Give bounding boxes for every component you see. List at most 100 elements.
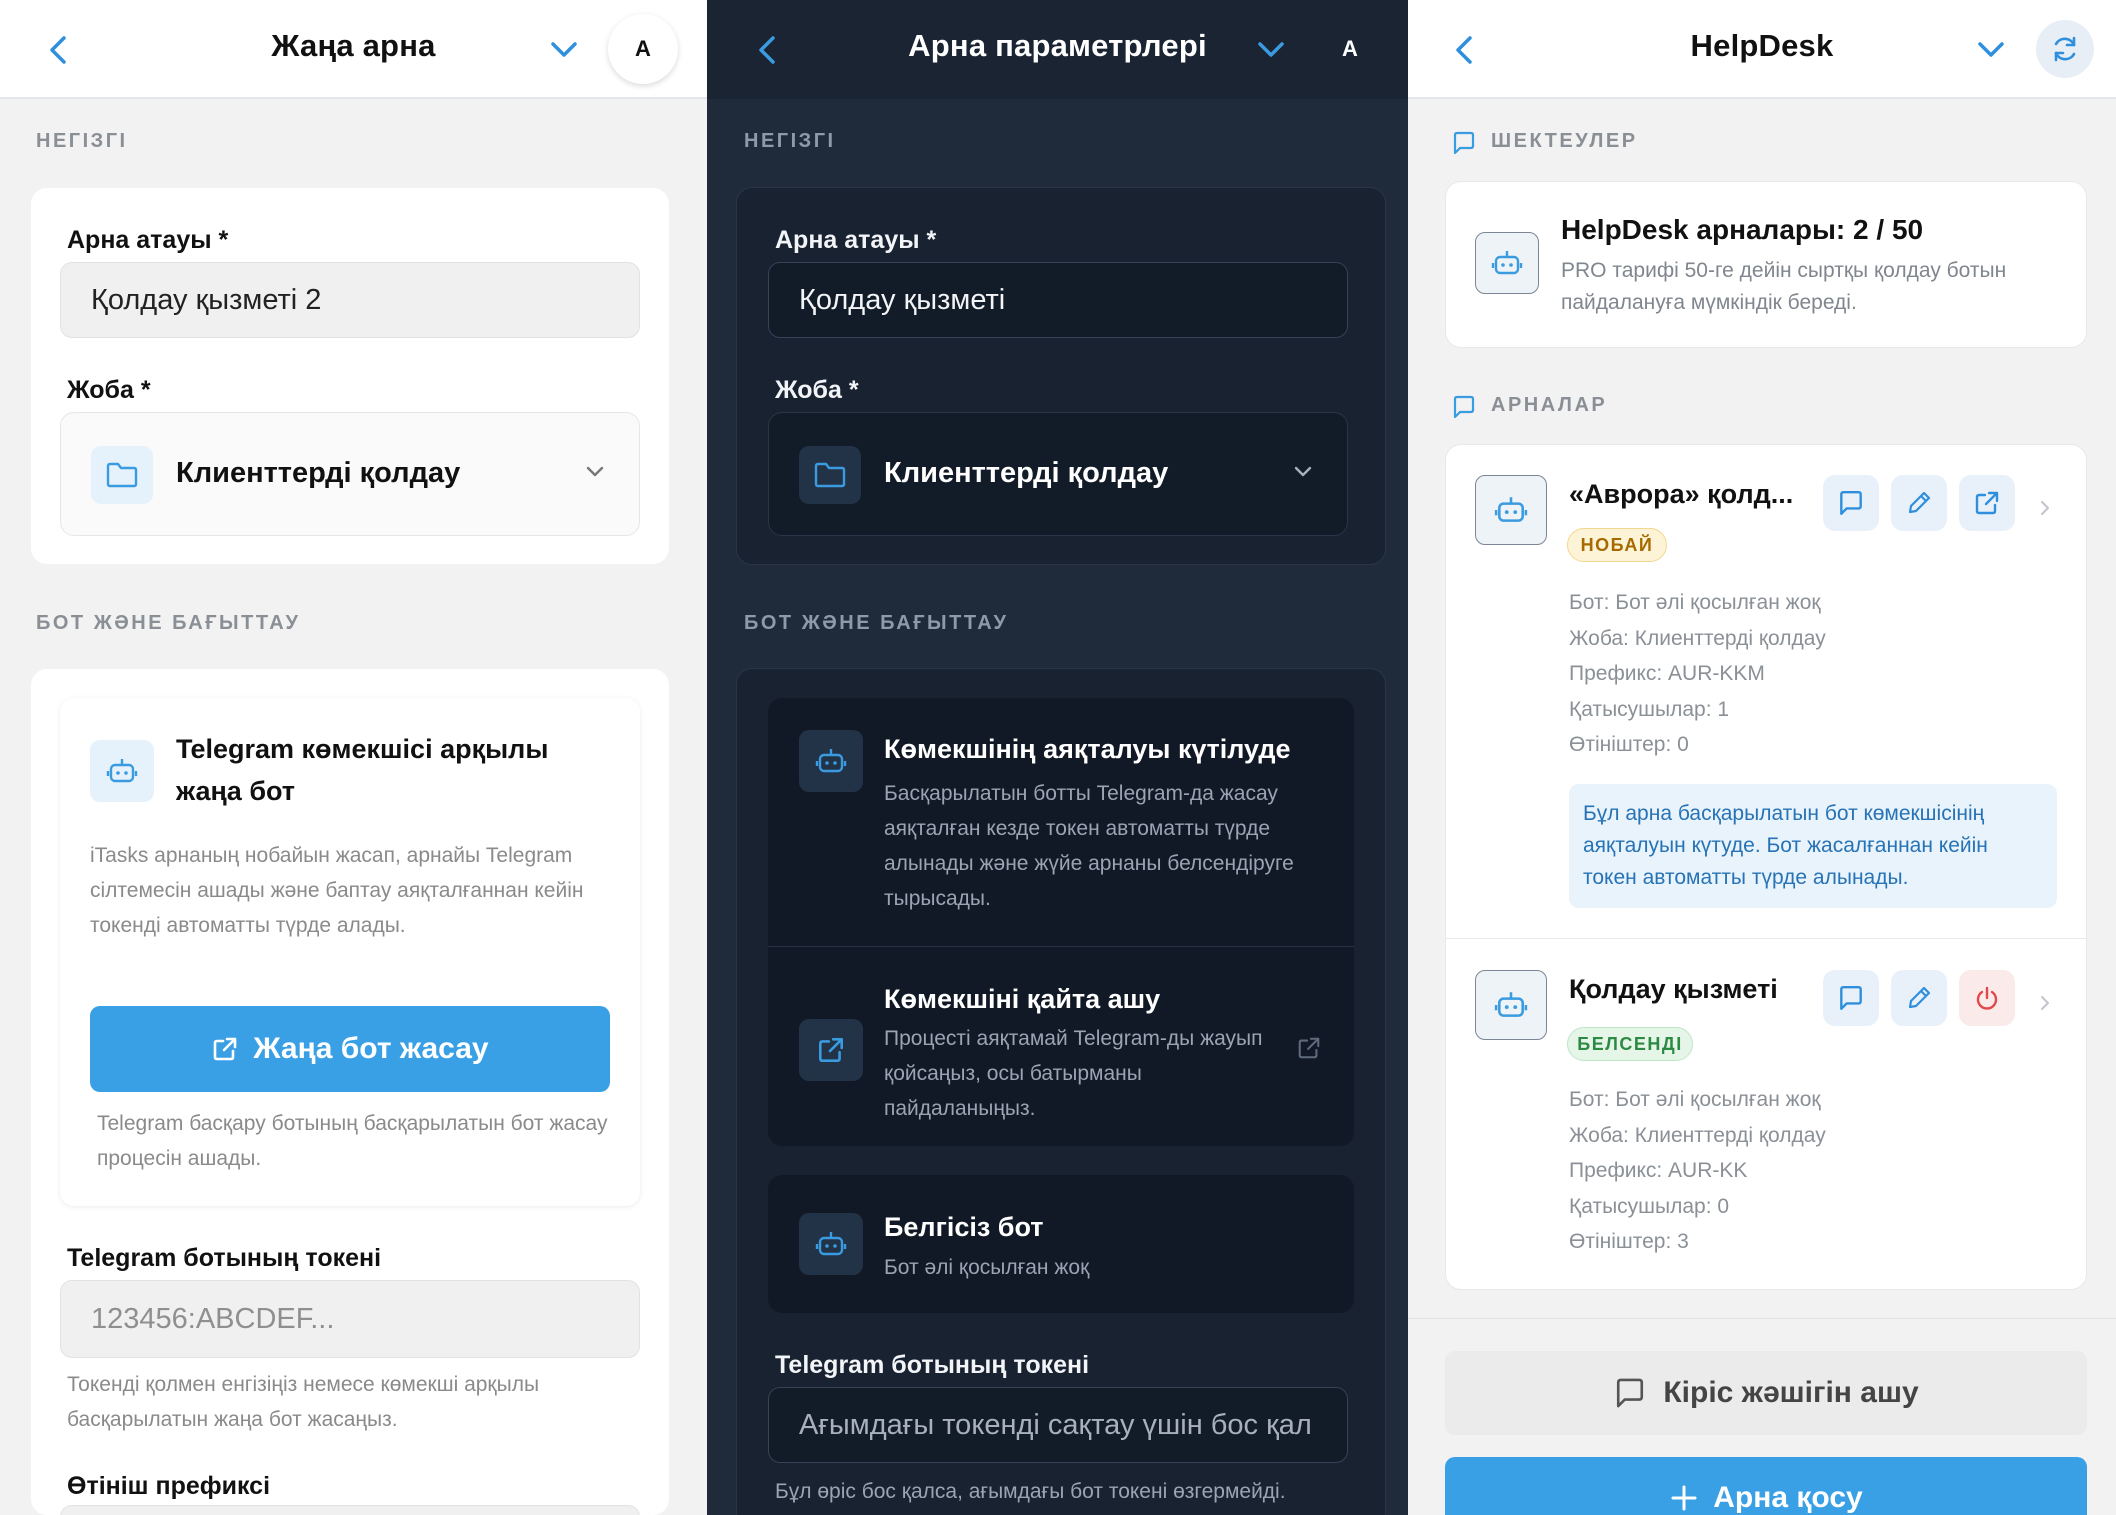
unknown-bot-description: Бот әлі қосылған жоқ <box>884 1256 1090 1279</box>
power-icon <box>1976 986 1998 1010</box>
avatar[interactable]: A <box>1315 14 1385 84</box>
new-channel-panel: Жаңа арна A НЕГІЗГІ Арна атауы * Қолдау … <box>0 0 707 1515</box>
chevron-down-icon <box>1291 463 1315 481</box>
status-badge: НОБАЙ <box>1567 528 1667 562</box>
project-select[interactable]: Клиенттерді қолдау <box>60 412 640 536</box>
channel-name: «Аврора» қолд... <box>1569 479 1794 509</box>
message-icon <box>1840 986 1862 1010</box>
header: Жаңа арна A <box>0 0 707 99</box>
plus-icon <box>1669 1483 1699 1513</box>
robot-icon <box>1475 232 1539 294</box>
external-link-icon <box>799 1019 863 1081</box>
section-basic: НЕГІЗГІ <box>36 130 128 152</box>
channel-name-label: Арна атауы * <box>67 226 229 254</box>
project-label: Жоба * <box>775 376 859 404</box>
token-label: Telegram ботының токені <box>67 1244 382 1272</box>
reopen-wizard-button[interactable]: Көмекшіні қайта ашу Процесті аяқтамай Te… <box>768 947 1354 1147</box>
open-wizard-button[interactable] <box>1959 475 2015 531</box>
project-select-value: Клиенттерді қолдау <box>884 457 1169 489</box>
channel-name-label: Арна атауы * <box>775 226 937 254</box>
chat-button[interactable] <box>1823 475 1879 531</box>
section-basic: НЕГІЗГІ <box>744 130 836 152</box>
message-icon <box>1840 491 1862 515</box>
chevron-right-icon[interactable] <box>2038 993 2052 1013</box>
channel-bot: Бот: Бот әлі қосылған жоқ <box>1569 1088 1821 1111</box>
add-channel-label: Арна қосу <box>1713 1481 1863 1514</box>
chevron-right-icon[interactable] <box>2038 498 2052 518</box>
header: HelpDesk <box>1408 0 2116 99</box>
waiting-description: Басқарылатын ботты Telegram-да жасау аяқ… <box>884 782 1294 910</box>
unknown-bot-title: Белгісіз бот <box>884 1212 1044 1242</box>
project-select[interactable]: Клиенттерді қолдау <box>768 412 1348 536</box>
token-note: Токенді қолмен енгізіңіз немесе көмекші … <box>67 1373 540 1431</box>
channel-members: Қатысушылар: 1 <box>1569 698 1730 721</box>
info-note: Бұл арна басқарылатын бот көмекшісінің а… <box>1569 784 2057 908</box>
channel-name-input[interactable]: Қолдау қызметі 2 <box>60 262 640 338</box>
chevron-down-icon[interactable] <box>546 34 582 64</box>
divider <box>1408 1318 2116 1319</box>
section-limits: ШЕКТЕУЛЕР <box>1491 130 1638 152</box>
external-link-icon <box>1975 491 1999 515</box>
page-title: Жаңа арна <box>271 28 436 63</box>
prefix-label: Өтініш префиксі <box>67 1472 271 1500</box>
channel-prefix: Префикс: AUR-KKM <box>1569 662 1765 685</box>
deactivate-button[interactable] <box>1959 970 2015 1026</box>
channel-prefix: Префикс: AUR-KK <box>1569 1159 1748 1182</box>
token-input[interactable]: Ағымдағы токенді сақтау үшін бос қал <box>768 1387 1348 1463</box>
waiting-title: Көмекшінің аяқталуы күтілуде <box>884 734 1291 764</box>
prefix-input[interactable] <box>60 1505 640 1515</box>
external-link-icon <box>211 1035 239 1063</box>
reopen-title: Көмекшіні қайта ашу <box>884 984 1161 1014</box>
chevron-down-icon[interactable] <box>1973 34 2009 64</box>
channel-requests: Өтініштер: 0 <box>1569 733 1689 756</box>
channel-name: Қолдау қызметі <box>1569 974 1778 1004</box>
folder-icon <box>799 446 861 504</box>
message-icon <box>1613 1376 1647 1410</box>
robot-icon <box>1475 970 1547 1040</box>
channel-members: Қатысушылар: 0 <box>1569 1195 1730 1218</box>
channel-project: Жоба: Клиенттерді қолдау <box>1569 627 1826 650</box>
robot-icon <box>799 730 863 792</box>
header: Арна параметрлері A <box>707 0 1408 99</box>
token-input[interactable]: 123456:ABCDEF... <box>60 1280 640 1358</box>
project-label: Жоба * <box>67 376 151 404</box>
channel-bot: Бот: Бот әлі қосылған жоқ <box>1569 591 1821 614</box>
chevron-down-icon <box>583 463 607 481</box>
channel-requests: Өтініштер: 3 <box>1569 1230 1689 1253</box>
refresh-icon[interactable] <box>2036 20 2094 78</box>
create-bot-button-label: Жаңа бот жасау <box>253 1032 489 1065</box>
channel-settings-panel: Арна параметрлері A НЕГІЗГІ Арна атауы *… <box>707 0 1408 1515</box>
external-link-icon <box>1296 1035 1322 1061</box>
new-bot-description: iTasks арнаның нобайын жасап, арнайы Tel… <box>90 844 584 937</box>
avatar[interactable]: A <box>608 14 678 84</box>
edit-button[interactable] <box>1891 475 1947 531</box>
new-bot-title: Telegram көмекшісі арқылы жаңа бот <box>176 734 549 806</box>
open-inbox-button[interactable]: Кіріс жәшігін ашу <box>1445 1351 2087 1435</box>
open-inbox-label: Кіріс жәшігін ашу <box>1663 1376 1919 1409</box>
robot-icon <box>799 1213 863 1275</box>
token-label: Telegram ботының токені <box>775 1351 1090 1379</box>
pencil-icon <box>1908 491 1931 514</box>
limits-description: PRO тарифі 50-ге дейін сыртқы қолдау бот… <box>1561 259 2007 314</box>
edit-button[interactable] <box>1891 970 1947 1026</box>
token-note: Бұл өріс бос қалса, ағымдағы бот токені … <box>775 1480 1286 1503</box>
channel-project: Жоба: Клиенттерді қолдау <box>1569 1124 1826 1147</box>
create-bot-note: Telegram басқару ботының басқарылатын бо… <box>97 1112 608 1170</box>
section-bot: БОТ ЖӘНЕ БАҒЫТТАУ <box>36 612 301 634</box>
message-icon <box>1451 130 1477 156</box>
divider <box>1445 938 2087 939</box>
section-bot: БОТ ЖӘНЕ БАҒЫТТАУ <box>744 612 1009 634</box>
pencil-icon <box>1908 986 1931 1009</box>
limits-title: HelpDesk арналары: 2 / 50 <box>1561 214 1924 245</box>
helpdesk-panel: HelpDesk ШЕКТЕУЛЕР HelpDesk арналары: 2 … <box>1408 0 2116 1515</box>
create-bot-button[interactable]: Жаңа бот жасау <box>90 1006 610 1092</box>
add-channel-button[interactable]: Арна қосу <box>1445 1457 2087 1515</box>
robot-icon <box>90 740 154 802</box>
section-channels: АРНАЛАР <box>1491 394 1608 416</box>
channel-name-input[interactable]: Қолдау қызметі <box>768 262 1348 338</box>
chat-button[interactable] <box>1823 970 1879 1026</box>
chevron-down-icon[interactable] <box>1253 34 1289 64</box>
reopen-description: Процесті аяқтамай Telegram-ды жауып қойс… <box>884 1027 1263 1120</box>
robot-icon <box>1475 475 1547 545</box>
page-title: Арна параметрлері <box>908 28 1207 63</box>
